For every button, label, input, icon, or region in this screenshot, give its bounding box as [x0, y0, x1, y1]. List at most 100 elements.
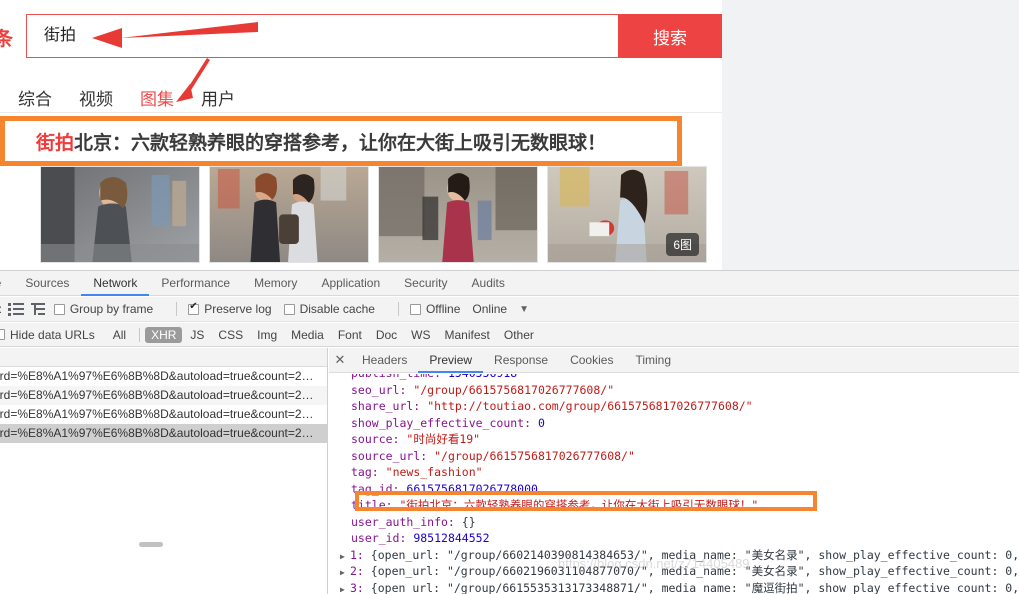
- json-value: "news_fashion": [385, 465, 483, 479]
- offline-checkbox[interactable]: Offline: [409, 302, 460, 316]
- json-value: 98512844552: [413, 531, 490, 545]
- json-index: 1:: [350, 547, 364, 562]
- devtools-tab-network[interactable]: Network: [81, 271, 149, 296]
- throttling-select[interactable]: Online: [472, 302, 507, 316]
- waterfall-icon[interactable]: [30, 302, 47, 316]
- json-key: tag_id:: [351, 481, 400, 496]
- json-line: show_play_effective_count: 0: [351, 415, 1019, 432]
- filter-media[interactable]: Media: [285, 327, 330, 343]
- chevron-down-icon[interactable]: ▼: [519, 304, 529, 315]
- tab-tuji[interactable]: 图集: [140, 85, 174, 110]
- tab-shipin[interactable]: 视频: [79, 85, 113, 110]
- result-title[interactable]: 街拍北京：六款轻熟养眼的穿搭参考，让你在大街上吸引无数眼球！: [36, 128, 606, 155]
- devtools-tab-memory[interactable]: Memory: [242, 271, 309, 296]
- request-detail-tab-bar: ✕ Headers Preview Response Cookies Timin…: [329, 348, 1019, 373]
- thumbnail-4[interactable]: 6图: [547, 166, 707, 263]
- tab-cookies[interactable]: Cookies: [559, 348, 624, 373]
- devtools-tab-audits[interactable]: Audits: [460, 271, 517, 296]
- filter-xhr[interactable]: XHR: [145, 326, 183, 343]
- checkbox-box[interactable]: [409, 303, 421, 315]
- json-key: share_url:: [351, 399, 421, 413]
- thumbnail-3[interactable]: [378, 166, 538, 263]
- json-key: tag:: [351, 465, 379, 479]
- json-array-item[interactable]: ▶ 1: {open_url: "/group/66021403908143846…: [340, 547, 1019, 564]
- json-array-item[interactable]: ▶ 3: {open_url: "/group/66155353131733488…: [340, 580, 1019, 594]
- tab-headers[interactable]: Headers: [351, 348, 418, 373]
- json-key: seo_url:: [351, 382, 407, 397]
- expand-triangle-icon[interactable]: ▶: [340, 582, 350, 594]
- checkbox-box[interactable]: [0, 329, 5, 340]
- online-label: Online: [472, 302, 508, 316]
- devtools-panel: le Sources Network Performance Memory Ap…: [0, 270, 1019, 594]
- filter-font[interactable]: Font: [332, 327, 368, 343]
- tab-yonghu[interactable]: 用户: [201, 85, 235, 110]
- search-box[interactable]: [26, 14, 618, 58]
- network-toolbar-row1: w: Group by frame Preserve log: [0, 297, 1019, 322]
- json-value: "街拍北京：六款轻熟养眼的穿搭参考，让你在大街上吸引无数眼球！": [399, 498, 759, 512]
- json-line: tag: "news_fashion": [351, 464, 1019, 481]
- json-line: source_url: "/group/6615756817026777608/…: [351, 448, 1019, 465]
- group-by-frame-checkbox[interactable]: Group by frame: [53, 302, 153, 316]
- json-index: 2:: [350, 564, 364, 578]
- disable-cache-checkbox[interactable]: Disable cache: [283, 302, 375, 316]
- site-logo-clipped: 条: [0, 29, 13, 50]
- list-view-icon[interactable]: [8, 302, 24, 316]
- preserve-log-checkbox[interactable]: Preserve log: [188, 301, 272, 316]
- filter-other[interactable]: Other: [498, 327, 540, 343]
- filter-separator: [139, 327, 141, 342]
- expand-triangle-icon[interactable]: ▶: [340, 549, 350, 566]
- tab-timing[interactable]: Timing: [624, 348, 682, 373]
- thumbnail-2[interactable]: [209, 166, 369, 263]
- json-key: user_auth_info:: [351, 514, 455, 529]
- devtools-tab-performance[interactable]: Performance: [149, 271, 242, 296]
- close-icon[interactable]: ✕: [329, 352, 351, 368]
- checkbox-box[interactable]: [283, 303, 295, 315]
- checkbox-box[interactable]: [53, 303, 65, 315]
- hide-data-urls-checkbox[interactable]: Hide data URLs: [0, 328, 95, 342]
- tabs-divider: [0, 112, 722, 113]
- table-row[interactable]: ord=%E8%A1%97%E6%8B%8D&autoload=true&cou…: [0, 405, 327, 424]
- json-line-title: title: "街拍北京：六款轻熟养眼的穿搭参考，让你在大街上吸引无数眼球！": [351, 497, 1019, 514]
- json-array-item[interactable]: ▶ 2: {open_url: "/group/66021960311048770…: [340, 563, 1019, 580]
- json-preview-tree[interactable]: publish_time: 1540556918 seo_url: "/grou…: [329, 374, 1019, 594]
- devtools-tab-application[interactable]: Application: [309, 271, 392, 296]
- table-row[interactable]: ord=%E8%A1%97%E6%8B%8D&autoload=true&cou…: [0, 386, 327, 405]
- json-value: "/group/6615756817026777608/": [413, 382, 615, 397]
- tab-preview[interactable]: Preview: [418, 348, 483, 373]
- disable-cache-label: Disable cache: [299, 302, 375, 316]
- checkbox-box-checked[interactable]: [188, 301, 200, 315]
- json-object-summary: {open_url: "/group/6602196031104877070/"…: [370, 564, 1019, 578]
- image-count-badge: 6图: [666, 233, 699, 256]
- devtools-tab-console-clipped[interactable]: le: [0, 271, 13, 296]
- devtools-tab-security[interactable]: Security: [392, 271, 459, 296]
- search-button[interactable]: 搜索: [618, 14, 722, 58]
- thumbnail-image-2: [210, 167, 368, 262]
- filter-manifest[interactable]: Manifest: [439, 327, 496, 343]
- json-line-clipped: publish_time: 1540556918: [351, 374, 1019, 382]
- filter-doc[interactable]: Doc: [370, 327, 403, 343]
- horizontal-scrollbar[interactable]: [139, 542, 163, 547]
- filter-ws[interactable]: WS: [405, 327, 436, 343]
- view-label-clipped: w:: [0, 302, 2, 316]
- filter-js[interactable]: JS: [184, 327, 210, 343]
- devtools-tab-sources[interactable]: Sources: [13, 271, 81, 296]
- tab-zonghe[interactable]: 综合: [18, 85, 52, 110]
- thumbnail-image-3: [379, 167, 537, 262]
- json-value: 0: [537, 415, 545, 430]
- network-request-list[interactable]: ord=%E8%A1%97%E6%8B%8D&autoload=true&cou…: [0, 348, 328, 594]
- filter-all[interactable]: All: [107, 327, 132, 343]
- request-detail-pane: ✕ Headers Preview Response Cookies Timin…: [329, 348, 1019, 594]
- json-index: 3:: [350, 580, 364, 594]
- thumbnail-1[interactable]: [40, 166, 200, 263]
- json-object-summary: {open_url: "/group/6602140390814384653/"…: [370, 547, 1019, 562]
- table-row[interactable]: ord=%E8%A1%97%E6%8B%8D&autoload=true&cou…: [0, 367, 327, 386]
- result-title-keyword: 街拍: [36, 133, 75, 154]
- table-row-selected[interactable]: ord=%E8%A1%97%E6%8B%8D&autoload=true&cou…: [0, 424, 327, 443]
- request-name: ord=%E8%A1%97%E6%8B%8D&autoload=true&cou…: [0, 388, 314, 402]
- filter-css[interactable]: CSS: [212, 327, 249, 343]
- expand-triangle-icon[interactable]: ▶: [340, 565, 350, 582]
- search-input[interactable]: [42, 15, 602, 57]
- request-name: ord=%E8%A1%97%E6%8B%8D&autoload=true&cou…: [0, 426, 314, 440]
- tab-response[interactable]: Response: [483, 348, 559, 373]
- filter-img[interactable]: Img: [251, 327, 283, 343]
